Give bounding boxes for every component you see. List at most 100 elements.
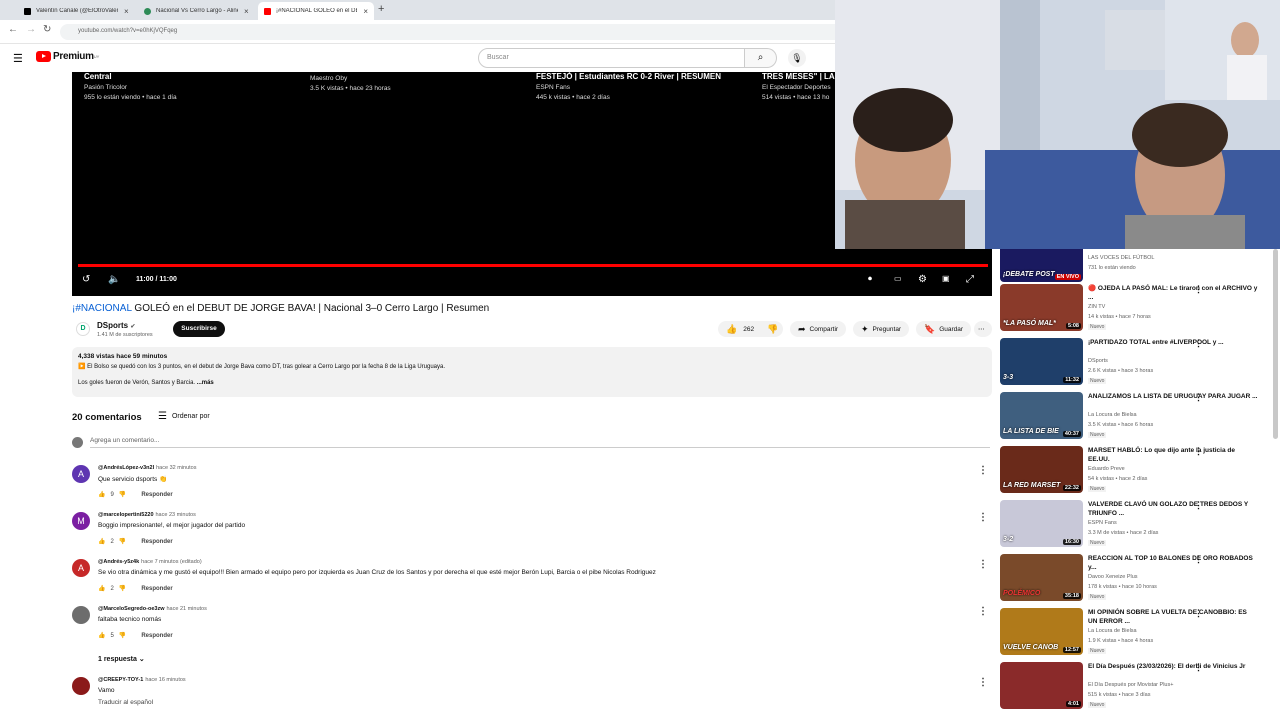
like-icon[interactable]: 👍	[98, 538, 105, 545]
browser-tab-active[interactable]: ¡#NACIONAL GOLEÓ en el DEB ×	[258, 2, 374, 20]
commenter-handle[interactable]: @CREEPY-TOY-1	[98, 677, 143, 683]
rec-channel[interactable]: Davoo Xeneize Plus	[1088, 574, 1138, 580]
comment-menu-icon[interactable]: ⋮	[978, 465, 988, 476]
scrollbar[interactable]	[1273, 249, 1278, 439]
reply-button[interactable]: Responder	[141, 492, 172, 498]
like-icon[interactable]: 👍	[98, 632, 105, 639]
recommended-video[interactable]: 3-3 11:32 ¡PARTIDAZO TOTAL entre #LIVERPO…	[1000, 338, 1270, 388]
video-thumbnail[interactable]: *LA PASÓ MAL* 5:08	[1000, 284, 1083, 331]
comment-menu-icon[interactable]: ⋮	[978, 512, 988, 523]
commenter-avatar[interactable]: A	[72, 559, 90, 577]
back-icon[interactable]: ←	[8, 24, 18, 35]
rec-title[interactable]: MARSET HABLÓ: Lo que dijo ante la justic…	[1088, 446, 1258, 464]
close-icon[interactable]: ×	[124, 7, 129, 16]
commenter-avatar[interactable]: M	[72, 512, 90, 530]
rec-title[interactable]: El Día Después (23/03/2026): El derbi de…	[1088, 662, 1258, 671]
browser-tab[interactable]: Valentín Canale (@ElOtroValen ×	[18, 2, 138, 20]
video-thumbnail[interactable]: LA LISTA DE BIE 40:37	[1000, 392, 1083, 439]
replay-icon[interactable]: ↺	[82, 274, 90, 285]
rec-channel[interactable]: La Locura de Bielsa	[1088, 628, 1137, 634]
ask-button[interactable]: ✦ Preguntar	[853, 321, 910, 337]
rec-menu-icon[interactable]: ⋮	[1194, 338, 1203, 349]
show-more-link[interactable]: ...más	[197, 380, 214, 386]
volume-icon[interactable]: 🔈	[108, 274, 120, 285]
commenter-handle[interactable]: @AndrésLópez-v3n2l	[98, 465, 154, 471]
recommended-video[interactable]: 4:01 El Día Después (23/03/2026): El der…	[1000, 662, 1270, 712]
rec-menu-icon[interactable]: ⋮	[1194, 284, 1203, 295]
rec-menu-icon[interactable]: ⋮	[1194, 662, 1203, 673]
rec-channel[interactable]: ZIN TV	[1088, 304, 1105, 310]
commenter-handle[interactable]: @MarceloSegredo-oe3zw	[98, 606, 165, 612]
rec-title[interactable]: 🔴 OJEDA LA PASÓ MAL: Le tiraron con el A…	[1088, 284, 1258, 302]
video-thumbnail[interactable]: ¡DEBATE POST EN VIVO	[1000, 249, 1083, 282]
menu-icon[interactable]: ☰	[13, 52, 23, 65]
commenter-avatar[interactable]	[72, 677, 90, 695]
recommended-video[interactable]: *LA PASÓ MAL* 5:08 🔴 OJEDA LA PASÓ MAL: L…	[1000, 284, 1270, 334]
endcard-video[interactable]: Maestro Oby 3.5 K vistas • hace 23 horas	[310, 72, 530, 94]
video-thumbnail[interactable]: POLÉMICO 35:18	[1000, 554, 1083, 601]
recommended-video[interactable]: LA RED MARSET 22:32 MARSET HABLÓ: Lo que …	[1000, 446, 1270, 496]
comment-menu-icon[interactable]: ⋮	[978, 606, 988, 617]
rec-title[interactable]: VALVERDE CLAVÓ UN GOLAZO DE TRES DEDOS Y…	[1088, 500, 1258, 518]
comment-menu-icon[interactable]: ⋮	[978, 559, 988, 570]
channel-name[interactable]: DSports ✔	[97, 321, 135, 330]
close-icon[interactable]: ×	[244, 7, 249, 16]
microphone-icon[interactable]: 🎙	[788, 49, 806, 67]
rec-title[interactable]: ¡PARTIDAZO TOTAL entre #LIVERPOOL y ...	[1088, 338, 1258, 347]
browser-tab[interactable]: Nacional Vs Cerro Largo - Alinea ×	[138, 2, 258, 20]
rec-channel[interactable]: La Locura de Bielsa	[1088, 412, 1137, 418]
recommended-video[interactable]: POLÉMICO 35:18 REACCION AL TOP 10 BALONES…	[1000, 554, 1270, 604]
subtitles-icon[interactable]: ▭	[894, 274, 902, 283]
description-box[interactable]: 4,338 vistas hace 59 minutos ▶️ El Bolso…	[72, 347, 992, 397]
fullscreen-icon[interactable]: ⤢	[966, 274, 974, 285]
video-thumbnail[interactable]: 3-2 16:30	[1000, 500, 1083, 547]
rec-channel[interactable]: Eduardo Preve	[1088, 466, 1125, 472]
dislike-icon[interactable]: 👎	[119, 538, 126, 545]
add-comment-input[interactable]: Agrega un comentario...	[90, 437, 990, 448]
search-input[interactable]: Buscar	[478, 48, 745, 68]
replies-toggle[interactable]: 1 respuesta ⌄	[98, 655, 145, 663]
reply-button[interactable]: Responder	[141, 633, 172, 639]
new-tab-button[interactable]: +	[378, 3, 384, 15]
hashtag-link[interactable]: ¡#NACIONAL	[72, 303, 132, 314]
share-button[interactable]: ➦ Compartir	[790, 321, 847, 337]
recommended-video[interactable]: LA LISTA DE BIE 40:37 ANALIZAMOS LA LISTA…	[1000, 392, 1270, 442]
close-icon[interactable]: ×	[363, 7, 368, 16]
save-button[interactable]: 🔖 Guardar	[916, 321, 972, 337]
youtube-logo[interactable]: Premium UY	[36, 51, 99, 62]
comment-menu-icon[interactable]: ⋮	[978, 677, 988, 688]
video-thumbnail[interactable]: LA RED MARSET 22:32	[1000, 446, 1083, 493]
more-actions-button[interactable]: ⋯	[974, 321, 992, 337]
commenter-handle[interactable]: @Andrés-y5z4k	[98, 559, 139, 565]
commenter-handle[interactable]: @marcelopertini5220	[98, 512, 154, 518]
dislike-icon[interactable]: 👎	[119, 632, 126, 639]
rec-title[interactable]: MI OPINIÓN SOBRE LA VUELTA DE CANOBBIO: …	[1088, 608, 1258, 626]
dislike-button[interactable]: 👎	[761, 321, 783, 337]
rec-channel[interactable]: El Día Después por Movistar Plus+	[1088, 682, 1173, 688]
video-thumbnail[interactable]: VUELVE CANOB 12:57	[1000, 608, 1083, 655]
autoplay-icon[interactable]: ⏺	[868, 274, 872, 284]
commenter-avatar[interactable]	[72, 606, 90, 624]
like-icon[interactable]: 👍	[98, 585, 105, 592]
subscribe-button[interactable]: Suscribirse	[173, 321, 225, 337]
progress-bar[interactable]	[78, 264, 988, 267]
rec-menu-icon[interactable]: ⋮	[1194, 392, 1203, 403]
channel-avatar[interactable]: D	[76, 322, 90, 336]
reply-button[interactable]: Responder	[141, 539, 172, 545]
endcard-video[interactable]: Central Pasión Tricolor 955 lo están vie…	[84, 72, 304, 103]
rec-menu-icon[interactable]: ⋮	[1194, 446, 1203, 457]
video-thumbnail[interactable]: 3-3 11:32	[1000, 338, 1083, 385]
recommended-video[interactable]: ¡DEBATE POST EN VIVO LAS VOCES DEL FÚTBO…	[1000, 249, 1270, 285]
recommended-video[interactable]: VUELVE CANOB 12:57 MI OPINIÓN SOBRE LA VU…	[1000, 608, 1270, 658]
rec-channel[interactable]: ESPN Fans	[1088, 520, 1117, 526]
forward-icon[interactable]: →	[26, 24, 36, 35]
sort-button[interactable]: ☰ Ordenar por	[158, 411, 210, 422]
translate-link[interactable]: Traducir al español	[98, 699, 153, 706]
rec-menu-icon[interactable]: ⋮	[1194, 554, 1203, 565]
commenter-avatar[interactable]: A	[72, 465, 90, 483]
reload-icon[interactable]: ↻	[43, 24, 51, 35]
video-thumbnail[interactable]: 4:01	[1000, 662, 1083, 709]
settings-icon[interactable]: ⚙	[918, 274, 927, 285]
rec-menu-icon[interactable]: ⋮	[1194, 608, 1203, 619]
like-icon[interactable]: 👍	[98, 491, 105, 498]
